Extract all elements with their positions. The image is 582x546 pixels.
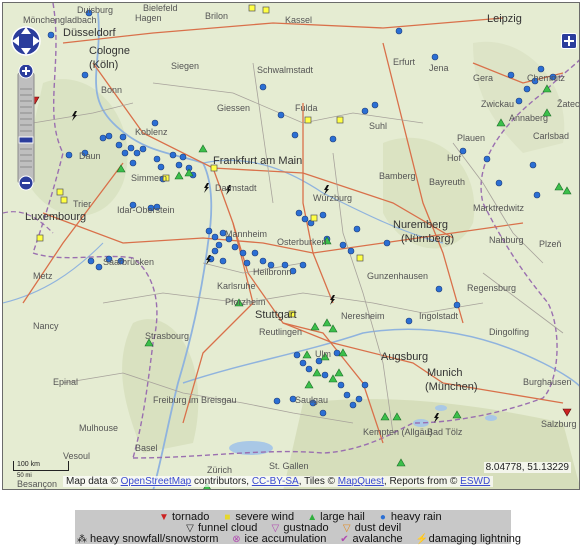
zoom-bar[interactable] — [17, 63, 35, 191]
pan-control[interactable] — [9, 21, 43, 61]
cursor-coordinates: 8.04778, 51.13229 — [483, 462, 571, 473]
snowflake-icon: ⁂ — [77, 534, 87, 545]
scale-label: 100 km — [17, 461, 40, 468]
map-base-layer — [3, 3, 579, 489]
tornado-icon: ▼ — [159, 512, 169, 523]
legend-item-ice: ⊗ ice accumulation — [232, 533, 327, 545]
map-attribution: Map data © OpenStreetMap contributors, C… — [63, 476, 494, 487]
legend-item-avalanche: ✔ avalanche — [340, 533, 403, 545]
eswd-link[interactable]: ESWD — [460, 476, 490, 487]
osm-link[interactable]: OpenStreetMap — [121, 476, 192, 487]
zoom-slider-handle — [18, 136, 34, 144]
license-link[interactable]: CC-BY-SA — [252, 476, 299, 487]
ice-accumulation-icon: ⊗ — [232, 534, 241, 545]
legend-item-lightning: ⚡damaging lightning — [415, 533, 522, 545]
map-view[interactable]: Duisburg Hagen Brilon Kassel Leipzig Düs… — [2, 2, 580, 490]
layer-switcher-plus-icon[interactable] — [561, 33, 577, 49]
map-legend: ▼ tornado ■ severe wind ▲ large hail ● heavy… — [75, 510, 521, 545]
scale-bar: 100 km 50 mi — [13, 461, 69, 479]
tiles-link[interactable]: MapQuest — [338, 476, 384, 487]
lightning-icon: ⚡ — [415, 534, 429, 545]
legend-row-3: ⁂ heavy snowfall/snowstorm ⊗ ice accumulat… — [77, 533, 531, 545]
scale-sub-label: 50 mi — [17, 473, 32, 479]
avalanche-icon: ✔ — [340, 534, 349, 545]
legend-item-snowfall: ⁂ heavy snowfall/snowstorm — [77, 533, 219, 545]
zoom-control[interactable] — [17, 63, 35, 191]
